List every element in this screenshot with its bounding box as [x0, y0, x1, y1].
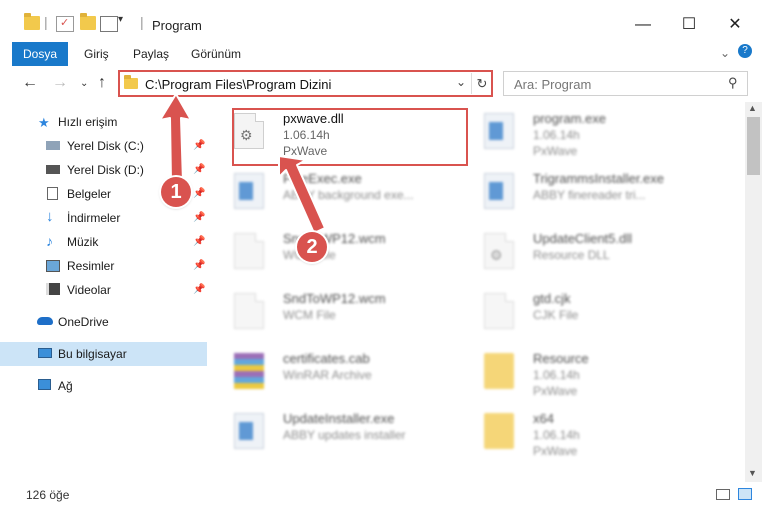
scroll-down-icon[interactable]: ▼: [748, 468, 757, 478]
scroll-up-icon[interactable]: ▲: [748, 103, 757, 113]
large-icons-view-icon[interactable]: [738, 488, 752, 500]
scroll-thumb[interactable]: [747, 117, 760, 175]
annotation-arrows: [159, 93, 326, 234]
arrow-1: [159, 93, 192, 183]
step-badge-1: 1: [161, 177, 191, 207]
status-bar: [0, 482, 769, 518]
details-view-icon[interactable]: [716, 489, 730, 500]
step-badge-2: 2: [297, 232, 327, 262]
arrow-2: [278, 155, 326, 234]
item-count: 126 öğe: [26, 488, 70, 502]
